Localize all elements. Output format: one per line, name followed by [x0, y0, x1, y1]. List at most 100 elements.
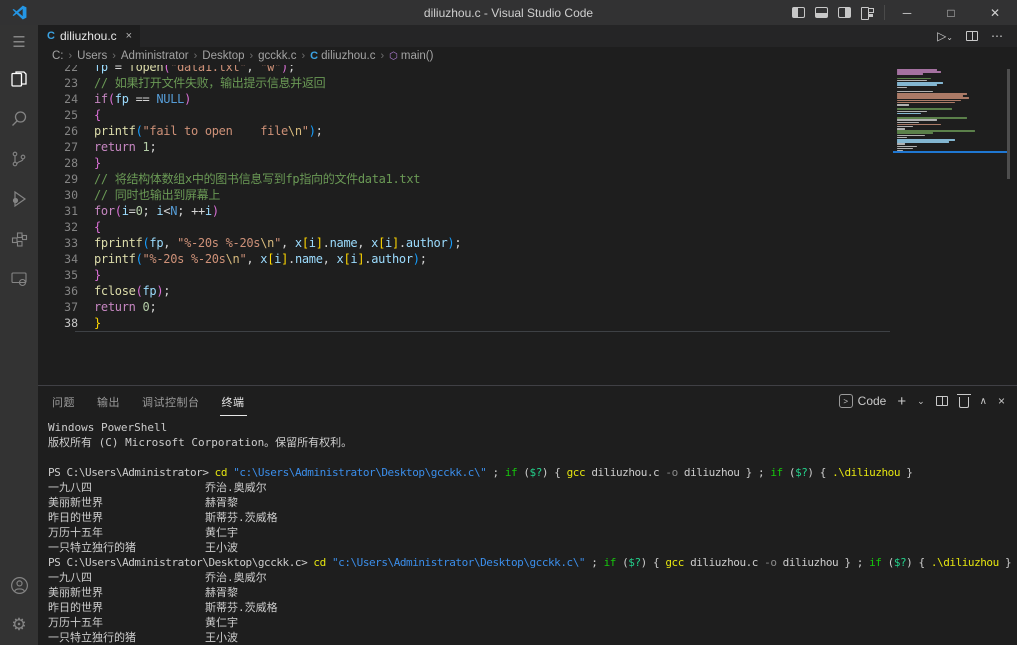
close-panel-icon[interactable]: ×	[998, 394, 1005, 408]
code-token: i	[385, 236, 392, 250]
terminal-token: diliuzhou.c	[683, 556, 765, 569]
terminal-prompt: PS C:\Users\Administrator>	[48, 466, 215, 479]
terminal-token: $?	[795, 466, 808, 479]
settings-gear-icon[interactable]: ⚙	[0, 605, 38, 645]
minimap-row	[897, 73, 923, 75]
remote-explorer-icon[interactable]	[0, 259, 38, 299]
tab-close-icon[interactable]: ×	[126, 30, 132, 42]
code-token: x	[294, 236, 302, 250]
close-window-button[interactable]: ✕	[973, 0, 1017, 25]
code-token: return	[94, 140, 136, 154]
code-token: name	[294, 252, 323, 266]
code-token: \n	[287, 124, 302, 138]
terminal-output[interactable]: Windows PowerShell 版权所有 (C) Microsoft Cor…	[38, 416, 1017, 645]
line-number: 27	[64, 140, 78, 154]
code-editor[interactable]: 22 fp = fopen("data1.txt", "w"); 23// 如果打开…	[38, 65, 1017, 385]
code-line: 37 return 0;	[38, 299, 1017, 315]
customize-layout-icon[interactable]	[861, 7, 874, 20]
terminal-token: diliuzhou.c	[585, 466, 666, 479]
new-terminal-icon[interactable]: +	[897, 393, 906, 410]
toggle-panel-icon[interactable]	[815, 7, 828, 18]
code-token: (	[114, 204, 122, 218]
breadcrumb-file[interactable]: diliuzhou.c	[321, 50, 375, 62]
code-token: if	[94, 92, 108, 106]
code-token: "w"	[260, 65, 282, 74]
search-icon[interactable]	[0, 99, 38, 139]
panel-tab-item[interactable]: 调试控制台	[140, 387, 202, 416]
run-and-debug-icon[interactable]	[0, 179, 38, 219]
breadcrumb-item[interactable]: gcckk.c	[258, 50, 296, 62]
breadcrumb[interactable]: C: › Users › Administrator › Desktop › gcckk.c › C…	[38, 47, 1017, 65]
code-token: ]	[281, 252, 289, 266]
terminal-token: ;	[585, 556, 604, 569]
more-actions-icon[interactable]: ⋯	[991, 29, 1003, 43]
maximize-panel-icon[interactable]: ∧	[980, 396, 987, 407]
code-token: ]	[391, 236, 399, 250]
tab-diliuzhou[interactable]: C diliuzhou.c ×	[38, 25, 141, 47]
minimap-row	[897, 145, 917, 148]
breadcrumb-item[interactable]: C:	[52, 50, 64, 62]
toggle-secondary-sidebar-icon[interactable]	[838, 7, 851, 18]
run-button[interactable]: ▷⌄	[937, 29, 953, 43]
code-line: 38}	[38, 315, 1017, 331]
minimap[interactable]	[893, 67, 1008, 152]
code-line: 25 {	[38, 107, 1017, 123]
code-line: 27 return 1;	[38, 139, 1017, 155]
terminal-token: "c:\Users\Administrator\Desktop\gcckk.c\…	[331, 556, 586, 569]
breadcrumb-item[interactable]: Desktop	[202, 50, 244, 62]
breadcrumb-item[interactable]: Users	[77, 50, 107, 62]
minimap-row	[897, 104, 909, 106]
code-text: fclose(fp);	[94, 283, 171, 299]
account-icon[interactable]	[0, 565, 38, 605]
line-number: 38	[64, 316, 78, 330]
line-number: 25	[64, 108, 78, 122]
explorer-icon[interactable]	[0, 59, 38, 99]
code-token: i	[204, 204, 212, 218]
terminal-line: Windows PowerShell	[48, 421, 168, 434]
breadcrumb-symbol[interactable]: main()	[401, 50, 434, 62]
terminal-dropdown-chevron-icon[interactable]: ⌄	[917, 396, 925, 407]
toggle-primary-sidebar-icon[interactable]	[792, 7, 805, 18]
book-name: 一只特立独行的猪	[48, 541, 136, 554]
terminal-profile-dropdown[interactable]: > Code	[838, 394, 886, 408]
code-token: fprintf	[94, 236, 143, 250]
maximize-button[interactable]: □	[929, 0, 973, 25]
split-terminal-icon[interactable]	[935, 396, 948, 406]
breadcrumb-item[interactable]: Administrator	[121, 50, 189, 62]
code-token: ]	[315, 236, 323, 250]
code-token: )	[412, 252, 420, 266]
minimap-row	[897, 99, 961, 102]
code-token: "	[274, 236, 282, 250]
book-row: 万历十五年 黄仁宇	[48, 615, 1017, 630]
bottom-panel: 问题 输出 调试控制台 终端 > Code + ⌄ ∧ × Windows Po…	[38, 385, 1017, 645]
code-token: ;	[287, 65, 295, 74]
minimize-button[interactable]: ─	[885, 0, 929, 25]
minimap-row	[897, 86, 907, 88]
code-token: ;	[149, 300, 157, 314]
code-line: 32 {	[38, 219, 1017, 235]
terminal-token: $?	[628, 556, 641, 569]
book-author: 斯蒂芬.茨威格	[205, 601, 278, 614]
activity-bar: ☰ ⚙	[0, 25, 38, 645]
code-token: return	[94, 300, 136, 314]
code-token: =	[128, 204, 136, 218]
code-token: "data1.txt"	[170, 65, 247, 74]
panel-tab-item[interactable]: 输出	[95, 387, 122, 416]
split-editor-icon[interactable]	[966, 31, 978, 41]
editor-scrollbar[interactable]	[1007, 69, 1010, 179]
code-token: ,	[281, 236, 295, 250]
minimap-row	[897, 119, 937, 121]
code-token: [	[301, 236, 309, 250]
book-name: 美丽新世界	[48, 586, 103, 599]
terminal-token: $?	[529, 466, 543, 479]
source-control-icon[interactable]	[0, 139, 38, 179]
kill-terminal-icon[interactable]	[956, 393, 971, 408]
terminal-prompt: PS C:\Users\Administrator\Desktop\gcckk.…	[48, 556, 314, 569]
vscode-window: diliuzhou.c - Visual Studio Code ─ □ ✕ ☰	[0, 0, 1017, 645]
panel-tab-item[interactable]: 问题	[50, 387, 77, 416]
menu-icon[interactable]: ☰	[0, 25, 38, 59]
book-name: 昨日的世界	[48, 601, 103, 614]
panel-tab-active[interactable]: 终端	[219, 387, 247, 416]
minimap-row	[897, 112, 921, 115]
extensions-icon[interactable]	[0, 219, 38, 259]
